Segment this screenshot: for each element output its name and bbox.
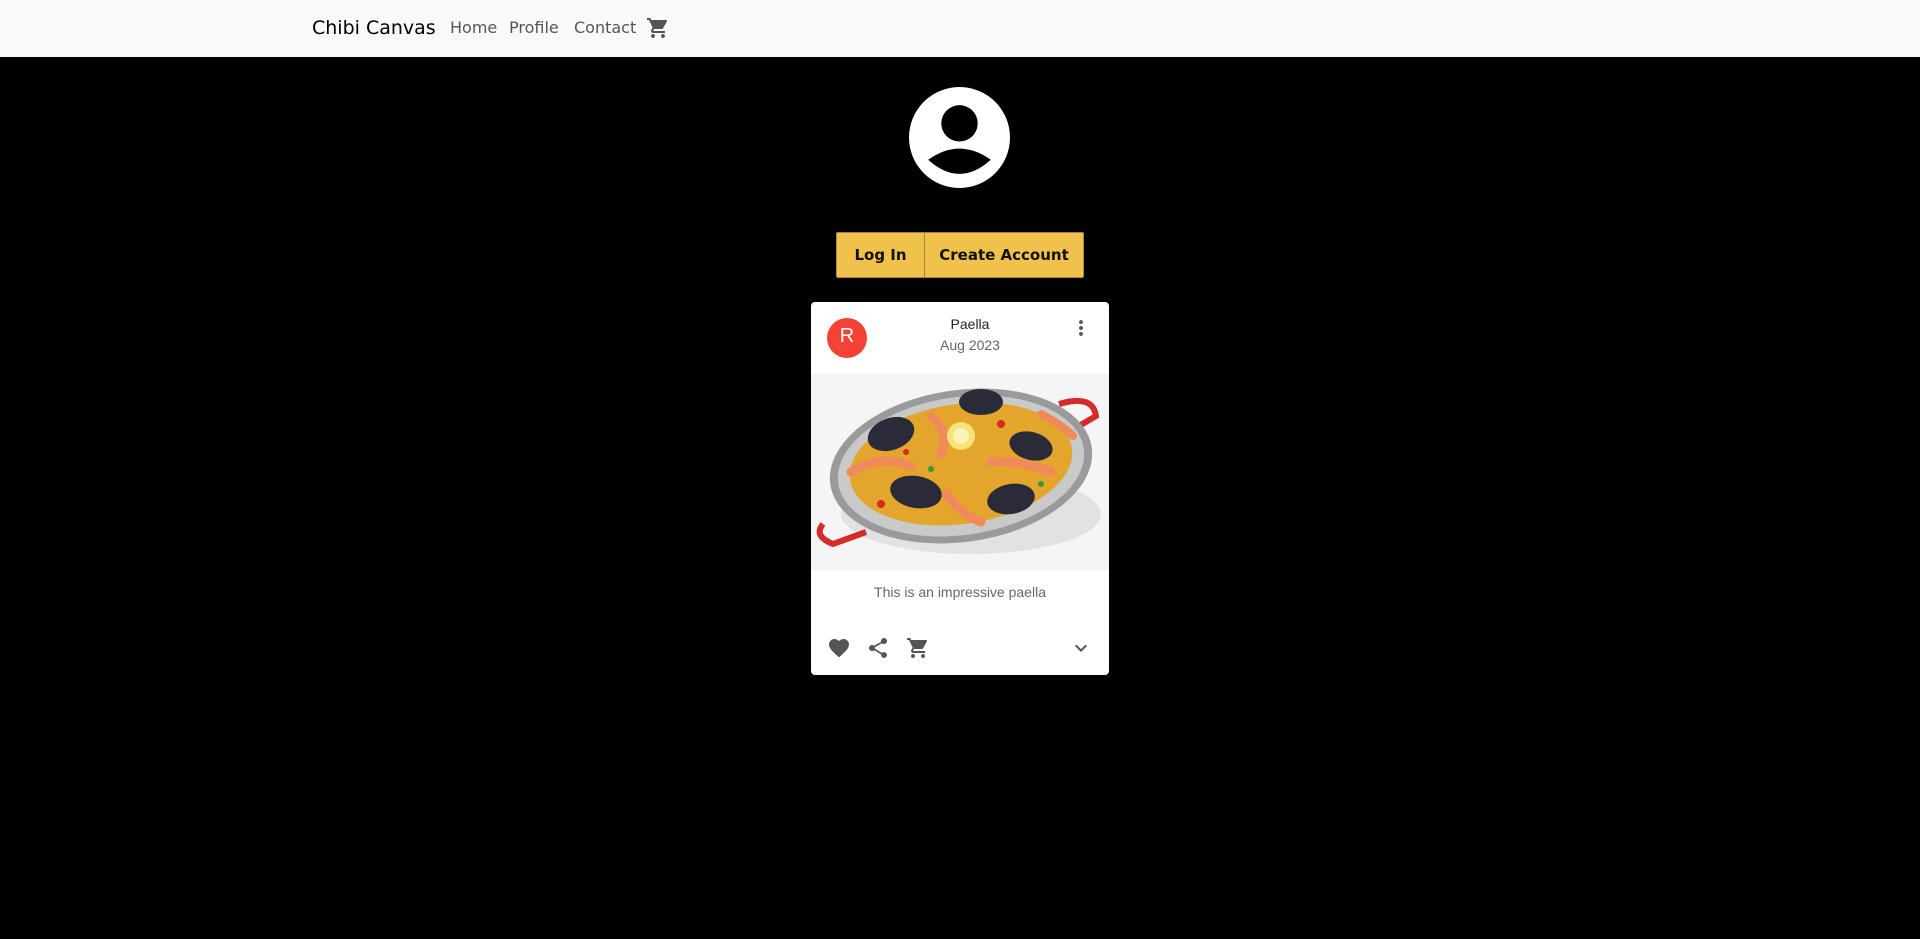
- more-vert-icon[interactable]: [1069, 316, 1093, 340]
- nav-link-home[interactable]: Home: [450, 18, 497, 38]
- heart-icon[interactable]: [827, 636, 851, 660]
- post-card: R Paella Aug 2023 This is an impressive …: [811, 302, 1109, 675]
- navbar: Chibi Canvas Home Profile Contact: [0, 0, 1920, 57]
- avatar: R: [827, 318, 867, 358]
- nav-link-profile[interactable]: Profile: [509, 18, 559, 38]
- nav-link-contact[interactable]: Contact: [574, 18, 636, 38]
- paella-image: [811, 374, 1109, 570]
- login-button[interactable]: Log In: [836, 232, 925, 278]
- account-circle-icon: [909, 87, 1010, 188]
- cart-icon[interactable]: [906, 636, 930, 660]
- share-icon[interactable]: [866, 636, 890, 660]
- cart-icon[interactable]: [646, 16, 670, 40]
- card-description: This is an impressive paella: [874, 584, 1046, 600]
- expand-more-icon[interactable]: [1069, 636, 1093, 660]
- create-account-button[interactable]: Create Account: [924, 232, 1084, 278]
- card-subheader: Aug 2023: [940, 337, 1000, 353]
- card-title: Paella: [950, 316, 990, 332]
- brand-logo[interactable]: Chibi Canvas: [312, 16, 436, 40]
